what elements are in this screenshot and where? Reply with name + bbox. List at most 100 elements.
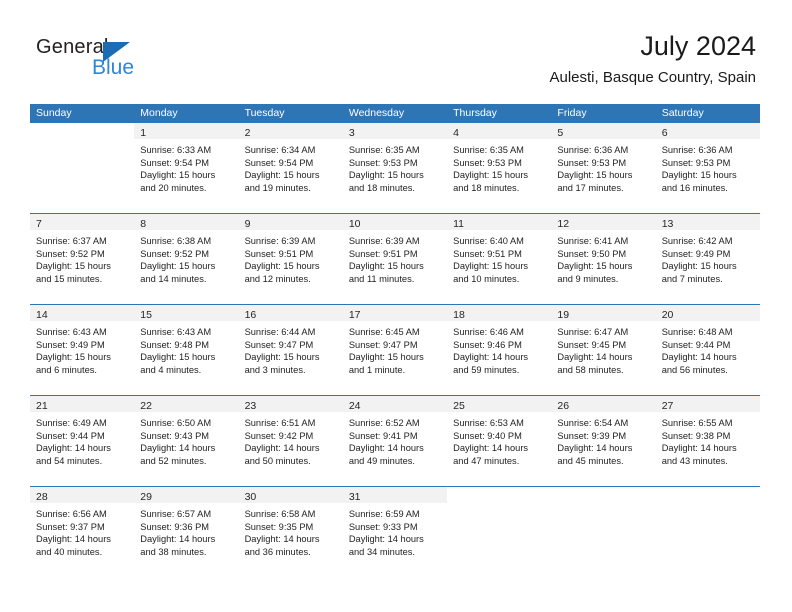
sunrise-line: Sunrise: 6:41 AM: [557, 236, 629, 246]
daylight-line-2: and 54 minutes.: [36, 455, 103, 466]
calendar-day-cell[interactable]: 14 Sunrise: 6:43 AM Sunset: 9:49 PM Dayligh…: [30, 305, 135, 395]
sunrise-line: Sunrise: 6:59 AM: [348, 509, 420, 519]
day-details: Sunrise: 6:40 AM Sunset: 9:51 PM Daylight:…: [447, 230, 551, 285]
calendar-weeks: 1 Sunrise: 6:33 AM Sunset: 9:54 PM Daylight…: [30, 123, 760, 577]
calendar-day-cell[interactable]: 4 Sunrise: 6:35 AM Sunset: 9:53 PM Daylight…: [447, 123, 552, 213]
day-number-band: 13: [655, 214, 760, 230]
calendar-day-cell[interactable]: 27 Sunrise: 6:55 AM Sunset: 9:38 PM Dayligh…: [655, 396, 760, 486]
sunset-line: Sunset: 9:49 PM: [36, 339, 105, 350]
calendar-day-cell[interactable]: 18 Sunrise: 6:46 AM Sunset: 9:46 PM Dayligh…: [447, 305, 552, 395]
calendar-day-cell[interactable]: 1 Sunrise: 6:33 AM Sunset: 9:54 PM Daylight…: [134, 123, 239, 213]
calendar-day-cell[interactable]: 10 Sunrise: 6:39 AM Sunset: 9:51 PM Dayligh…: [342, 214, 448, 304]
sunrise-line: Sunrise: 6:55 AM: [661, 418, 733, 428]
weekday-header-friday: Friday: [557, 107, 587, 119]
day-number-band: 8: [134, 214, 239, 230]
sunset-line: Sunset: 9:35 PM: [244, 521, 314, 532]
day-details: [551, 503, 655, 508]
sunset-line: Sunset: 9:47 PM: [348, 339, 418, 350]
day-number: 16: [244, 309, 257, 321]
daylight-line-1: Daylight: 14 hours: [140, 534, 216, 545]
calendar-day-cell[interactable]: 25 Sunrise: 6:53 AM Sunset: 9:40 PM Dayligh…: [447, 396, 552, 486]
daylight-line-1: Daylight: 15 hours: [661, 261, 737, 272]
page-header: General Blue July 2024 Aulesti, Basque C…: [0, 0, 792, 100]
calendar-week-row: 21 Sunrise: 6:49 AM Sunset: 9:44 PM Dayligh…: [30, 395, 760, 486]
calendar-day-cell[interactable]: 23 Sunrise: 6:51 AM Sunset: 9:42 PM Dayligh…: [238, 396, 343, 486]
daylight-line-1: Daylight: 15 hours: [244, 170, 320, 181]
day-number-band: [656, 487, 760, 503]
calendar-day-cell[interactable]: 11 Sunrise: 6:40 AM Sunset: 9:51 PM Dayligh…: [447, 214, 552, 304]
calendar-day-cell[interactable]: 20 Sunrise: 6:48 AM Sunset: 9:44 PM Dayligh…: [655, 305, 760, 395]
calendar-day-cell[interactable]: 24 Sunrise: 6:52 AM Sunset: 9:41 PM Dayligh…: [342, 396, 448, 486]
calendar-day-cell[interactable]: 8 Sunrise: 6:38 AM Sunset: 9:52 PM Daylight…: [134, 214, 239, 304]
day-number-band: 25: [447, 396, 552, 412]
day-number: 30: [244, 491, 257, 503]
day-number: 2: [244, 127, 251, 139]
day-number-band: 7: [30, 214, 135, 230]
day-details: Sunrise: 6:48 AM Sunset: 9:44 PM Daylight:…: [656, 321, 760, 376]
daylight-line-1: Daylight: 15 hours: [557, 261, 633, 272]
calendar-day-cell[interactable]: 5 Sunrise: 6:36 AM Sunset: 9:53 PM Daylight…: [551, 123, 656, 213]
sunset-line: Sunset: 9:51 PM: [348, 248, 418, 259]
day-number-band: 15: [134, 305, 239, 321]
day-number: 31: [348, 491, 361, 503]
day-number: 15: [140, 309, 152, 321]
calendar-day-cell[interactable]: 12 Sunrise: 6:41 AM Sunset: 9:50 PM Dayligh…: [551, 214, 656, 304]
calendar-day-cell[interactable]: 7 Sunrise: 6:37 AM Sunset: 9:52 PM Daylight…: [30, 214, 135, 304]
calendar-day-cell[interactable]: 2 Sunrise: 6:34 AM Sunset: 9:54 PM Daylight…: [238, 123, 343, 213]
calendar-day-cell[interactable]: 28 Sunrise: 6:56 AM Sunset: 9:37 PM Dayligh…: [30, 487, 135, 577]
day-number: 28: [36, 491, 48, 503]
daylight-line-1: Daylight: 15 hours: [348, 352, 424, 363]
calendar-day-cell[interactable]: 30 Sunrise: 6:58 AM Sunset: 9:35 PM Dayligh…: [238, 487, 343, 577]
calendar-day-cell[interactable]: 17 Sunrise: 6:45 AM Sunset: 9:47 PM Dayligh…: [342, 305, 448, 395]
sunrise-line: Sunrise: 6:33 AM: [140, 145, 212, 155]
calendar-day-cell[interactable]: 31 Sunrise: 6:59 AM Sunset: 9:33 PM Dayligh…: [342, 487, 448, 577]
day-number-band: 9: [238, 214, 343, 230]
calendar-day-cell[interactable]: 13 Sunrise: 6:42 AM Sunset: 9:49 PM Dayligh…: [655, 214, 760, 304]
calendar-day-cell[interactable]: 26 Sunrise: 6:54 AM Sunset: 9:39 PM Dayligh…: [551, 396, 656, 486]
day-details: Sunrise: 6:35 AM Sunset: 9:53 PM Daylight:…: [343, 139, 447, 194]
calendar-day-cell[interactable]: 9 Sunrise: 6:39 AM Sunset: 9:51 PM Daylight…: [238, 214, 343, 304]
calendar-day-cell[interactable]: 16 Sunrise: 6:44 AM Sunset: 9:47 PM Dayligh…: [238, 305, 343, 395]
day-details: Sunrise: 6:43 AM Sunset: 9:48 PM Daylight:…: [134, 321, 238, 376]
calendar-grid: Sunday Monday Tuesday Wednesday Thursday Frid…: [30, 104, 760, 577]
calendar-day-cell[interactable]: 29 Sunrise: 6:57 AM Sunset: 9:36 PM Dayligh…: [134, 487, 239, 577]
day-number: 18: [453, 309, 465, 321]
daylight-line-2: and 11 minutes.: [348, 273, 415, 284]
sunrise-line: Sunrise: 6:58 AM: [244, 509, 316, 519]
sunrise-line: Sunrise: 6:47 AM: [557, 327, 629, 337]
day-details: Sunrise: 6:42 AM Sunset: 9:49 PM Daylight:…: [656, 230, 760, 285]
calendar-day-cell[interactable]: 19 Sunrise: 6:47 AM Sunset: 9:45 PM Dayligh…: [551, 305, 656, 395]
calendar-day-cell[interactable]: 6 Sunrise: 6:36 AM Sunset: 9:53 PM Daylight…: [655, 123, 760, 213]
day-details: Sunrise: 6:34 AM Sunset: 9:54 PM Daylight:…: [239, 139, 343, 194]
sunset-line: Sunset: 9:47 PM: [244, 339, 314, 350]
weekday-header-row: Sunday Monday Tuesday Wednesday Thursday Frid…: [30, 104, 760, 123]
calendar-day-cell[interactable]: 3 Sunrise: 6:35 AM Sunset: 9:53 PM Daylight…: [342, 123, 448, 213]
daylight-line-1: Daylight: 14 hours: [244, 534, 320, 545]
day-number-band: [447, 487, 551, 503]
sunrise-line: Sunrise: 6:42 AM: [661, 236, 733, 246]
day-number: 9: [244, 218, 251, 230]
daylight-line-1: Daylight: 15 hours: [140, 261, 216, 272]
day-number-band: 10: [342, 214, 448, 230]
day-details: Sunrise: 6:51 AM Sunset: 9:42 PM Daylight:…: [239, 412, 343, 467]
sunset-line: Sunset: 9:51 PM: [244, 248, 314, 259]
day-number: 8: [140, 218, 147, 230]
daylight-line-2: and 59 minutes.: [453, 364, 520, 375]
calendar-day-cell[interactable]: 15 Sunrise: 6:43 AM Sunset: 9:48 PM Dayligh…: [134, 305, 239, 395]
daylight-line-2: and 56 minutes.: [661, 364, 728, 375]
daylight-line-2: and 50 minutes.: [244, 455, 311, 466]
daylight-line-2: and 12 minutes.: [244, 273, 311, 284]
calendar-day-cell[interactable]: 21 Sunrise: 6:49 AM Sunset: 9:44 PM Dayligh…: [30, 396, 135, 486]
day-details: Sunrise: 6:36 AM Sunset: 9:53 PM Daylight:…: [656, 139, 760, 194]
sunset-line: Sunset: 9:41 PM: [348, 430, 418, 441]
sunset-line: Sunset: 9:36 PM: [140, 521, 210, 532]
calendar-day-cell[interactable]: 22 Sunrise: 6:50 AM Sunset: 9:43 PM Dayligh…: [134, 396, 239, 486]
daylight-line-1: Daylight: 14 hours: [661, 443, 737, 454]
day-number: 10: [348, 218, 361, 230]
sunset-line: Sunset: 9:52 PM: [140, 248, 210, 259]
general-blue-logo[interactable]: General Blue: [36, 36, 196, 82]
sunrise-line: Sunrise: 6:39 AM: [348, 236, 420, 246]
day-number: 4: [453, 127, 459, 139]
sunset-line: Sunset: 9:54 PM: [244, 157, 314, 168]
day-number: 5: [557, 127, 564, 139]
